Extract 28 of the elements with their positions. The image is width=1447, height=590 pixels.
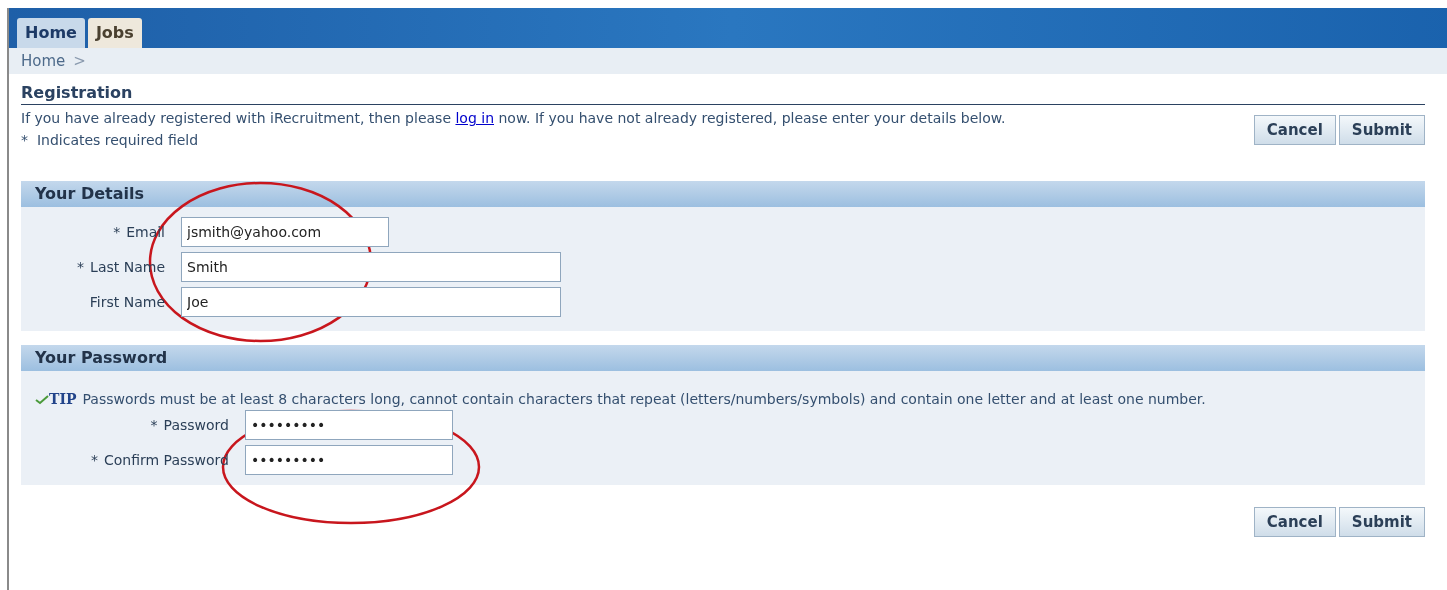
login-link[interactable]: log in xyxy=(455,110,494,126)
required-marker: * xyxy=(113,222,121,242)
input-field[interactable]: jsmith@yahoo.com xyxy=(181,217,389,247)
breadcrumb-link[interactable]: Home xyxy=(21,49,66,73)
tip-label: TIP xyxy=(49,390,77,409)
required-marker: * xyxy=(150,415,158,435)
breadcrumb-separator: > xyxy=(73,50,86,72)
form-button[interactable]: Cancel xyxy=(1253,507,1336,537)
tab[interactable]: Home xyxy=(17,18,85,48)
page-title: Registration xyxy=(21,82,1425,105)
check-icon xyxy=(35,394,49,405)
required-marker: * xyxy=(90,450,98,470)
required-note: * Indicates required field xyxy=(21,131,200,150)
section-header: Your Details xyxy=(21,181,1425,207)
form-button[interactable]: Submit xyxy=(1338,115,1425,145)
field-label: Password xyxy=(163,415,229,435)
form-button[interactable]: Cancel xyxy=(1253,115,1336,145)
tab[interactable]: Jobs xyxy=(87,18,142,48)
field-label: First Name xyxy=(89,292,165,312)
form-button[interactable]: Submit xyxy=(1338,507,1425,537)
intro-text: If you have already registered with iRecruitment, then please log in now. If you have not already registered, please enter your details below. xyxy=(21,109,1006,128)
required-marker: * xyxy=(77,257,85,277)
input-field[interactable]: ••••••••• xyxy=(245,410,453,440)
section-header: Your Password xyxy=(21,345,1425,371)
tip-text: Passwords must be at least 8 characters long, cannot contain characters that repeat (letters/numbers/symbols) and contain one letter and at least one number. xyxy=(82,390,1206,409)
input-field[interactable]: Joe xyxy=(181,287,561,317)
input-field[interactable]: ••••••••• xyxy=(245,445,453,475)
input-field[interactable]: Smith xyxy=(181,252,561,282)
